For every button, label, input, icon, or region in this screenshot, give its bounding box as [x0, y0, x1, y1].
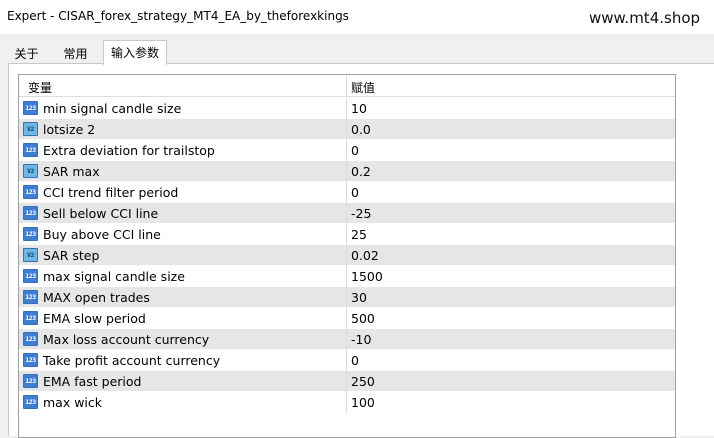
- parameter-value[interactable]: 10: [351, 101, 367, 116]
- parameter-value[interactable]: -25: [351, 206, 371, 221]
- parameter-value[interactable]: -10: [351, 332, 371, 347]
- parameter-name: max signal candle size: [43, 269, 185, 284]
- parameter-value[interactable]: 0: [351, 353, 359, 368]
- integer-type-icon: 123: [23, 353, 38, 367]
- parameter-name: SAR max: [43, 164, 100, 179]
- parameter-name: Extra deviation for trailstop: [43, 143, 215, 158]
- cell-divider: [346, 329, 347, 350]
- integer-type-icon: 123: [23, 332, 38, 346]
- cell-divider: [346, 287, 347, 308]
- cell-divider: [346, 245, 347, 266]
- table-row[interactable]: 123 EMA slow period 500: [19, 308, 675, 329]
- integer-type-icon: 123: [23, 185, 38, 199]
- grid-header: 变量 赋值: [19, 75, 675, 97]
- cell-divider: [346, 224, 347, 245]
- table-row[interactable]: 123 Take profit account currency 0: [19, 350, 675, 371]
- tab-common[interactable]: 常用: [52, 43, 99, 64]
- parameter-name: min signal candle size: [43, 101, 182, 116]
- table-row[interactable]: V2 SAR step 0.02: [19, 245, 675, 266]
- parameter-value[interactable]: 0: [351, 185, 359, 200]
- cell-divider: [346, 266, 347, 287]
- table-row[interactable]: 123 max wick 100: [19, 392, 675, 413]
- table-row[interactable]: 123 EMA fast period 250: [19, 371, 675, 392]
- column-divider[interactable]: [346, 75, 347, 97]
- parameters-grid: 变量 赋值 123 min signal candle size 10 V2 lotsi…: [18, 74, 676, 438]
- parameter-name: CCI trend filter period: [43, 185, 179, 200]
- cell-divider: [346, 392, 347, 413]
- title-bar: Expert - CISAR_forex_strategy_MT4_EA_by_…: [0, 0, 714, 34]
- integer-type-icon: 123: [23, 269, 38, 283]
- double-type-icon: V2: [23, 248, 38, 262]
- integer-type-icon: 123: [23, 311, 38, 325]
- integer-type-icon: 123: [23, 101, 38, 115]
- parameter-value[interactable]: 100: [351, 395, 375, 410]
- integer-type-icon: 123: [23, 143, 38, 157]
- parameter-name: EMA slow period: [43, 311, 146, 326]
- parameter-value[interactable]: 0.2: [351, 164, 371, 179]
- table-row[interactable]: 123 max signal candle size 1500: [19, 266, 675, 287]
- parameter-value[interactable]: 30: [351, 290, 367, 305]
- parameter-name: Buy above CCI line: [43, 227, 161, 242]
- parameter-name: SAR step: [43, 248, 100, 263]
- integer-type-icon: 123: [23, 290, 38, 304]
- table-row[interactable]: V2 SAR max 0.2: [19, 161, 675, 182]
- integer-type-icon: 123: [23, 227, 38, 241]
- cell-divider: [346, 98, 347, 119]
- table-row[interactable]: 123 Buy above CCI line 25: [19, 224, 675, 245]
- cell-divider: [346, 371, 347, 392]
- inputs-panel: 变量 赋值 123 min signal candle size 10 V2 lotsi…: [8, 63, 714, 438]
- header-variable[interactable]: 变量: [28, 79, 52, 96]
- table-row[interactable]: 123 CCI trend filter period 0: [19, 182, 675, 203]
- parameter-name: EMA fast period: [43, 374, 142, 389]
- parameter-value[interactable]: 0.0: [351, 122, 371, 137]
- tab-inputs[interactable]: 输入参数: [103, 40, 167, 65]
- parameter-value[interactable]: 500: [351, 311, 375, 326]
- parameter-value[interactable]: 0.02: [351, 248, 379, 263]
- parameter-name: Sell below CCI line: [43, 206, 159, 221]
- cell-divider: [346, 350, 347, 371]
- watermark-text: www.mt4.shop: [589, 9, 701, 27]
- cell-divider: [346, 182, 347, 203]
- table-row[interactable]: 123 Max loss account currency -10: [19, 329, 675, 350]
- table-row[interactable]: 123 Extra deviation for trailstop 0: [19, 140, 675, 161]
- double-type-icon: V2: [23, 164, 38, 178]
- table-row[interactable]: V2 lotsize 2 0.0: [19, 119, 675, 140]
- cell-divider: [346, 203, 347, 224]
- parameter-value[interactable]: 1500: [351, 269, 383, 284]
- table-row[interactable]: 123 Sell below CCI line -25: [19, 203, 675, 224]
- table-row[interactable]: 123 min signal candle size 10: [19, 98, 675, 119]
- integer-type-icon: 123: [23, 395, 38, 409]
- double-type-icon: V2: [23, 122, 38, 136]
- table-row[interactable]: 123 MAX open trades 30: [19, 287, 675, 308]
- parameter-name: Take profit account currency: [43, 353, 221, 368]
- header-value[interactable]: 赋值: [351, 79, 375, 96]
- parameter-value[interactable]: 250: [351, 374, 375, 389]
- parameter-value[interactable]: 0: [351, 143, 359, 158]
- window-title: Expert - CISAR_forex_strategy_MT4_EA_by_…: [7, 9, 349, 23]
- parameter-name: max wick: [43, 395, 103, 410]
- grid-rows: 123 min signal candle size 10 V2 lotsize 2 0.…: [19, 98, 675, 413]
- cell-divider: [346, 119, 347, 140]
- tab-about[interactable]: 关于: [8, 43, 45, 64]
- cell-divider: [346, 308, 347, 329]
- integer-type-icon: 123: [23, 206, 38, 220]
- tab-strip: 关于 常用 输入参数: [0, 40, 714, 65]
- parameter-name: lotsize 2: [43, 122, 96, 137]
- parameter-value[interactable]: 25: [351, 227, 367, 242]
- cell-divider: [346, 140, 347, 161]
- cell-divider: [346, 161, 347, 182]
- parameter-name: Max loss account currency: [43, 332, 210, 347]
- integer-type-icon: 123: [23, 374, 38, 388]
- parameter-name: MAX open trades: [43, 290, 150, 305]
